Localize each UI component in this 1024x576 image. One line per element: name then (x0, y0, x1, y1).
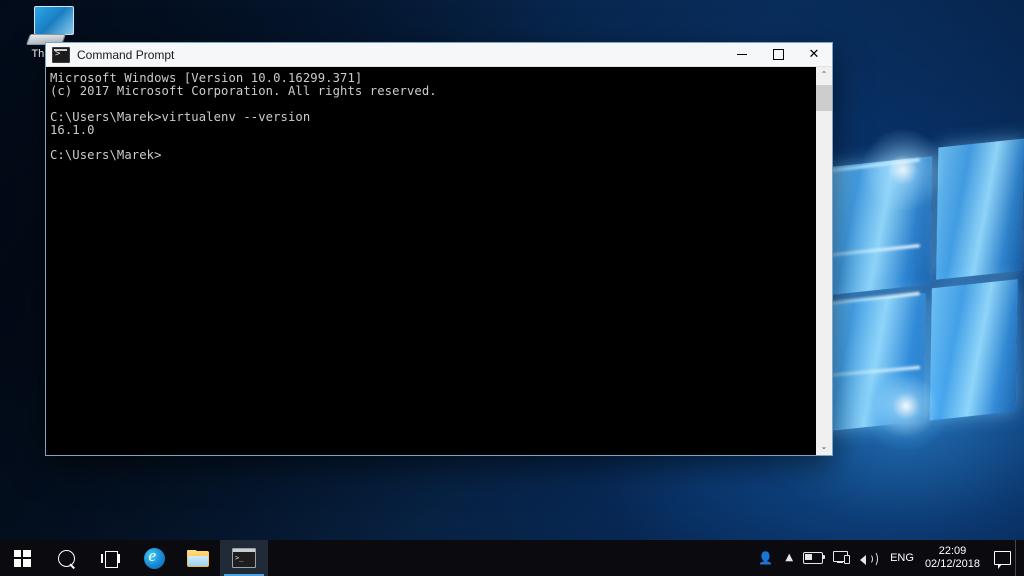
maximize-button[interactable] (760, 43, 796, 66)
volume-button[interactable] (855, 540, 883, 576)
action-center-button[interactable] (989, 540, 1015, 576)
battery-icon (803, 552, 826, 564)
speaker-icon (860, 551, 879, 567)
console-output[interactable]: Microsoft Windows [Version 10.0.16299.37… (46, 67, 815, 455)
search-button[interactable] (44, 540, 88, 576)
close-button[interactable]: ✕ (796, 43, 832, 66)
minimize-button[interactable] (724, 43, 760, 66)
clock-time: 22:09 (938, 545, 967, 557)
window-controls[interactable]: ✕ (724, 43, 832, 66)
battery-button[interactable] (798, 540, 828, 576)
network-button[interactable] (828, 540, 855, 576)
maximize-icon (772, 49, 784, 60)
console-line: Microsoft Windows [Version 10.0.16299.37… (50, 71, 363, 85)
console-area[interactable]: Microsoft Windows [Version 10.0.16299.37… (46, 67, 832, 455)
windows-logo-icon (13, 549, 31, 567)
console-line: C:\Users\Marek> (50, 148, 162, 163)
search-icon (53, 545, 79, 571)
close-icon: ✕ (808, 47, 820, 62)
cmd-icon (52, 46, 70, 63)
chevron-up-icon: ▲ (785, 552, 794, 563)
edge-icon (143, 547, 165, 569)
console-scrollbar[interactable]: ⌃ ⌄ (815, 67, 832, 455)
cmd-icon (232, 548, 256, 568)
system-tray[interactable]: 👤 ▲ ENG 22:09 02/12/2018 (753, 540, 1024, 576)
console-line: 16.1.0 (50, 122, 95, 137)
scrollbar-thumb[interactable] (816, 85, 832, 111)
folder-icon (187, 549, 209, 567)
action-center-icon (993, 551, 1011, 569)
scrollbar-track[interactable] (816, 83, 832, 439)
window-titlebar[interactable]: Command Prompt ✕ (46, 43, 832, 67)
taskbar[interactable]: 👤 ▲ ENG 22:09 02/12/2018 (0, 540, 1024, 576)
command-prompt-button[interactable] (220, 540, 268, 576)
start-button[interactable] (0, 540, 44, 576)
desktop[interactable]: This PC Command Prompt ✕ Microsoft Windo… (0, 0, 1024, 576)
minimize-icon (737, 54, 747, 55)
window-title: Command Prompt (77, 47, 175, 62)
show-desktop-button[interactable] (1015, 540, 1022, 576)
task-view-icon (100, 550, 120, 568)
taskbar-empty-area[interactable] (268, 540, 753, 576)
edge-button[interactable] (132, 540, 176, 576)
show-hidden-icons-button[interactable]: ▲ (780, 540, 798, 576)
clock[interactable]: 22:09 02/12/2018 (921, 545, 989, 571)
scroll-down-arrow-icon[interactable]: ⌄ (816, 439, 832, 455)
network-icon (833, 551, 851, 565)
language-indicator[interactable]: ENG (883, 552, 921, 564)
scroll-up-arrow-icon[interactable]: ⌃ (816, 67, 832, 83)
taskbar-buttons[interactable] (0, 540, 268, 576)
clock-date: 02/12/2018 (924, 558, 980, 570)
console-line: C:\Users\Marek>virtualenv --version (50, 109, 311, 124)
computer-icon (25, 6, 74, 46)
console-line: (c) 2017 Microsoft Corporation. All righ… (50, 83, 437, 98)
command-prompt-window[interactable]: Command Prompt ✕ Microsoft Windows [Vers… (45, 42, 833, 456)
people-button[interactable]: 👤 (753, 540, 780, 576)
task-view-button[interactable] (88, 540, 132, 576)
file-explorer-button[interactable] (176, 540, 220, 576)
people-icon: 👤 (758, 550, 775, 565)
